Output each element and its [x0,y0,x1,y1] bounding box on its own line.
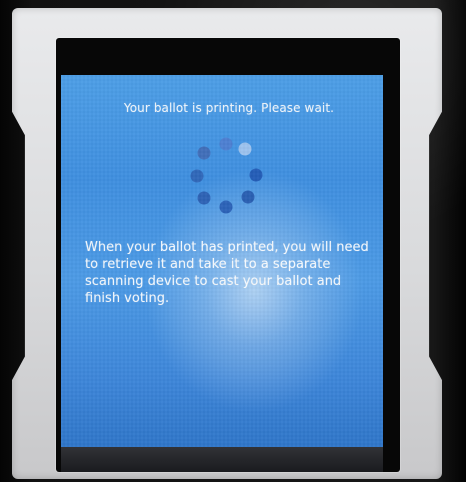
spinner-dot [219,200,233,214]
spinner-dot [197,191,211,205]
spinner-dot [219,137,233,151]
spinner-dot [190,169,204,183]
device-bottom-band [61,447,383,472]
spinner-dot [249,168,263,182]
loading-spinner-icon [187,136,267,216]
instructions-text: When your ballot has printed, you will n… [85,240,369,306]
spinner-dot [238,142,252,156]
ballot-printing-screen: Your ballot is printing. Please wait. Wh… [61,75,383,447]
spinner-dot [241,190,255,204]
spinner-dot [197,146,211,160]
status-message: Your ballot is printing. Please wait. [123,101,335,115]
